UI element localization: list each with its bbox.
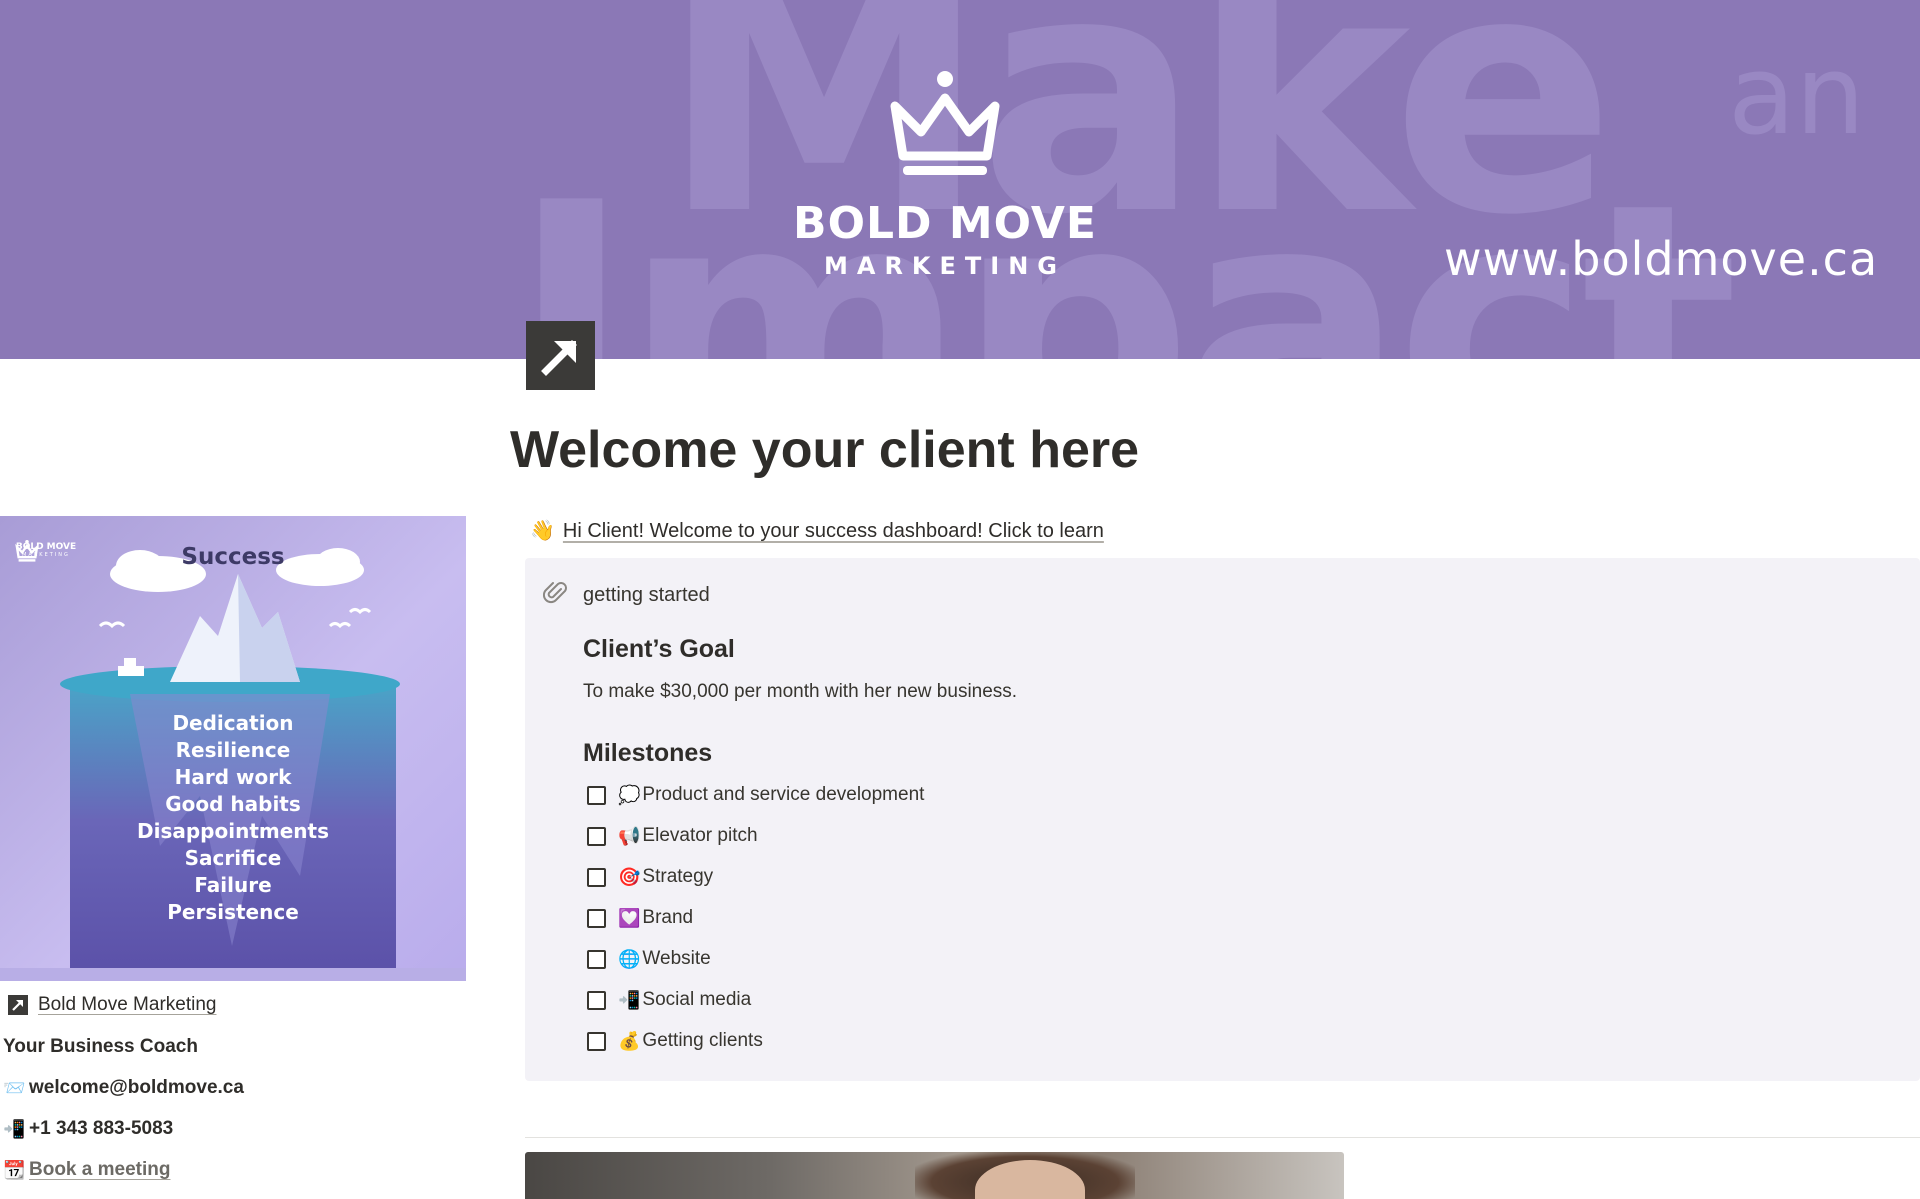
checkbox[interactable] [587,785,606,805]
checkbox[interactable] [587,908,606,928]
email-text[interactable]: welcome@boldmove.ca [29,1077,244,1099]
phone-row[interactable]: 📲 +1 343 883-5083 [3,1118,173,1140]
divider [525,1137,1920,1138]
cover-banner: Make an Impact BOLD MOVE MARKETING www.b… [0,0,1920,359]
arrow-up-right-icon[interactable] [526,321,595,390]
target-icon: 🎯 [618,866,641,888]
milestones-heading: Milestones [583,739,713,767]
globe-icon: 🌐 [618,948,641,970]
crown-icon [790,70,1100,180]
milestone-label: Getting clients [642,1030,763,1051]
milestone-item[interactable]: 💟 Brand [587,907,693,929]
intro-line[interactable]: 👋 Hi Client! Welcome to your success dash… [530,518,1104,543]
meeting-row[interactable]: 📆 Book a meeting [3,1159,170,1181]
cover-website: www.boldmove.ca [1444,232,1879,286]
getting-started-callout[interactable]: getting started Client’s Goal To make $3… [525,558,1920,1081]
milestone-label: Brand [642,907,694,928]
poster-word: Dedication [172,711,294,735]
brand-name: BOLD MOVE [793,198,1097,249]
milestone-label: Elevator pitch [642,825,758,846]
milestone-item[interactable]: 💰 Getting clients [587,1030,763,1052]
mobile-phone-icon: 📲 [3,1118,26,1140]
arrow-up-right-icon [8,995,28,1015]
milestone-item[interactable]: 📲 Social media [587,989,751,1011]
milestone-label: Social media [642,989,752,1010]
calendar-icon: 📆 [3,1159,26,1181]
envelope-icon: 📨 [3,1077,26,1099]
checkbox[interactable] [587,949,606,969]
callout-title[interactable]: getting started [583,584,710,607]
checkbox[interactable] [587,990,606,1010]
megaphone-icon: 📢 [618,825,641,847]
poster-word: Disappointments [137,819,329,843]
mobile-phone-icon: 📲 [618,989,641,1011]
poster-word: Resilience [175,738,291,762]
poster-title: Success [181,544,285,570]
checkbox[interactable] [587,867,606,887]
milestone-label: Product and service development [642,784,925,805]
waving-hand-icon: 👋 [530,518,555,542]
email-row[interactable]: 📨 welcome@boldmove.ca [3,1077,244,1099]
heart-icon: 💟 [618,907,641,929]
company-link-row[interactable]: Bold Move Marketing [3,994,216,1016]
poster-words: Dedication Resilience Hard work Good hab… [0,710,466,926]
paperclip-icon [542,580,569,611]
poster-word: Hard work [174,765,292,789]
success-iceberg-image: BOLD MOVE MARKETING Success Dedication R… [0,516,466,981]
money-bag-icon: 💰 [618,1030,641,1052]
milestone-label: Strategy [642,866,714,887]
company-link[interactable]: Bold Move Marketing [38,994,216,1016]
cover-background-word: an [1728,31,1866,159]
poster-word: Failure [194,873,272,897]
coach-label: Your Business Coach [3,1036,198,1057]
book-meeting-link[interactable]: Book a meeting [29,1159,170,1181]
milestone-item[interactable]: 💭 Product and service development [587,784,924,806]
phone-text[interactable]: +1 343 883-5083 [29,1118,173,1140]
goal-heading: Client’s Goal [583,635,735,663]
checkbox[interactable] [587,1031,606,1051]
poster-word: Sacrifice [184,846,282,870]
poster-word: Persistence [167,900,299,924]
milestone-item[interactable]: 📢 Elevator pitch [587,825,758,847]
checkbox[interactable] [587,826,606,846]
poster-word: Good habits [165,792,301,816]
woman-photo [525,1152,1344,1199]
milestone-label: Website [642,948,711,969]
brand-subtitle: MARKETING [823,252,1066,280]
intro-text[interactable]: Hi Client! Welcome to your success dashb… [563,520,1104,542]
goal-text: To make $30,000 per month with her new b… [583,681,1018,702]
thought-balloon-icon: 💭 [618,784,641,806]
milestone-item[interactable]: 🌐 Website [587,948,711,970]
page-title[interactable]: Welcome your client here [510,420,1139,480]
milestone-item[interactable]: 🎯 Strategy [587,866,713,888]
brand-logo: BOLD MOVE MARKETING [790,70,1100,278]
